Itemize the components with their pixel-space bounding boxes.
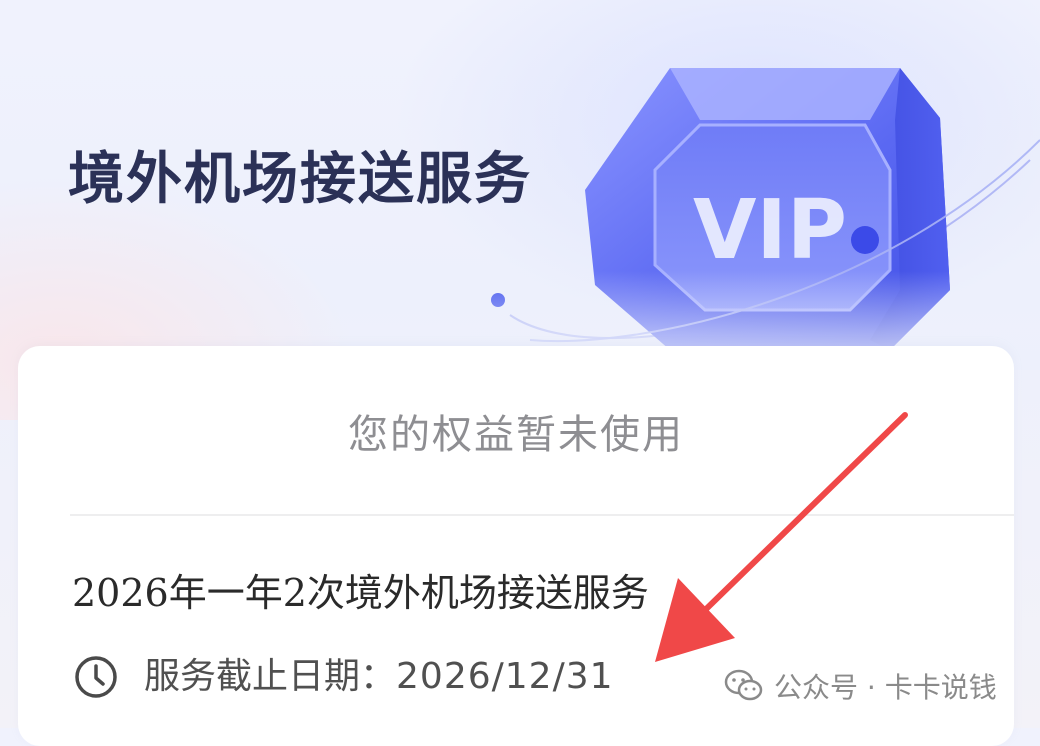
deadline-row: 服务截止日期： 2026/12/31 [72,650,614,704]
clock-icon [75,656,117,698]
vip-gem-icon: VIP [470,40,1040,370]
service-name: 2026年一年2次境外机场接送服务 [72,571,649,615]
watermark-text: 公众号 · 卡卡说钱 [774,671,997,704]
red-arrow-icon [655,412,908,662]
deadline-date: 2026/12/31 [396,656,614,697]
page-title: 境外机场接送服务 [68,147,532,212]
deadline-label: 服务截止日期： [144,656,397,697]
wechat-icon [724,669,763,701]
watermark: 公众号 · 卡卡说钱 [724,664,997,708]
